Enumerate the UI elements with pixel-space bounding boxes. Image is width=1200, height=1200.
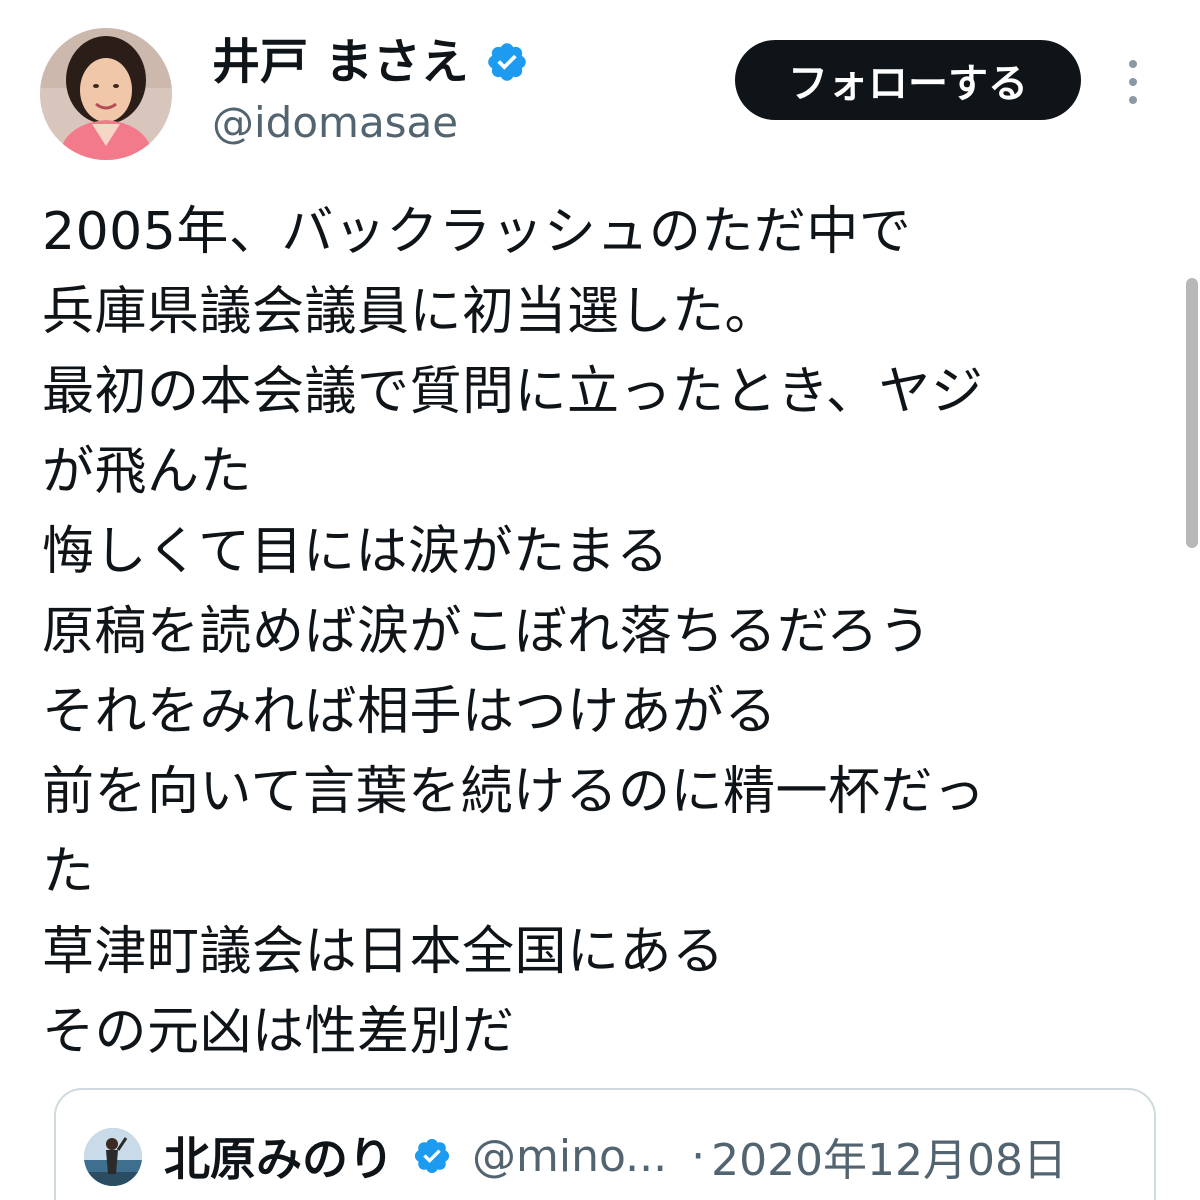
tweet-text-line: 2005年、バックラッシュのただ中で [42, 202, 912, 262]
quoted-author-name: 北原みのり [164, 1132, 394, 1186]
quoted-tweet-header: 北原みのり @mino... · 2020年12月08日 [164, 1126, 1068, 1187]
verified-badge-icon [414, 1138, 450, 1174]
tweet-text-line: た [42, 842, 95, 902]
vertical-dots-icon[interactable] [1118, 58, 1148, 106]
profile-photo-icon [84, 1128, 142, 1186]
quoted-tweet-date: 2020年12月08日 [711, 1135, 1068, 1186]
tweet-page: 井戸 まさえ @idomasae フォローする 2005年、バックラッシュのただ… [0, 0, 1200, 1200]
author-name[interactable]: 井戸 まさえ [212, 32, 529, 92]
quoted-tweet-card[interactable]: 北原みのり @mino... · 2020年12月08日 [54, 1088, 1156, 1200]
tweet-text-line: 前を向いて言葉を続けるのに精一杯だっ [42, 762, 986, 822]
scrollbar-thumb[interactable] [1186, 278, 1198, 548]
tweet-text-line: その元凶は性差別だ [42, 1002, 515, 1062]
tweet-text-line: 悔しくて目には涙がたまる [42, 522, 669, 582]
tweet-text-line: 草津町議会は日本全国にある [42, 922, 725, 982]
separator-dot: · [691, 1130, 706, 1182]
author-avatar[interactable] [40, 28, 172, 160]
quoted-author-handle: @mino... [472, 1130, 668, 1182]
tweet-text-line: 最初の本会議で質問に立ったとき、ヤジ [42, 362, 984, 422]
tweet-body: 2005年、バックラッシュのただ中で 兵庫県議会議員に初当選した。 最初の本会議… [42, 192, 1152, 1072]
author-handle[interactable]: @idomasae [212, 96, 458, 150]
profile-photo-icon [40, 28, 172, 160]
tweet-text-line: 兵庫県議会議員に初当選した。 [42, 282, 778, 342]
quoted-author-avatar [84, 1128, 142, 1186]
follow-button[interactable]: フォローする [735, 40, 1081, 120]
verified-badge-icon [487, 43, 526, 81]
tweet-text-line: が飛んた [42, 442, 253, 502]
tweet-text-line: それをみれば相手はつけあがる [42, 682, 778, 742]
author-display-name[interactable]: 井戸 まさえ [212, 32, 469, 92]
tweet-text-line: 原稿を読めば涙がこぼれ落ちるだろう [42, 602, 932, 662]
